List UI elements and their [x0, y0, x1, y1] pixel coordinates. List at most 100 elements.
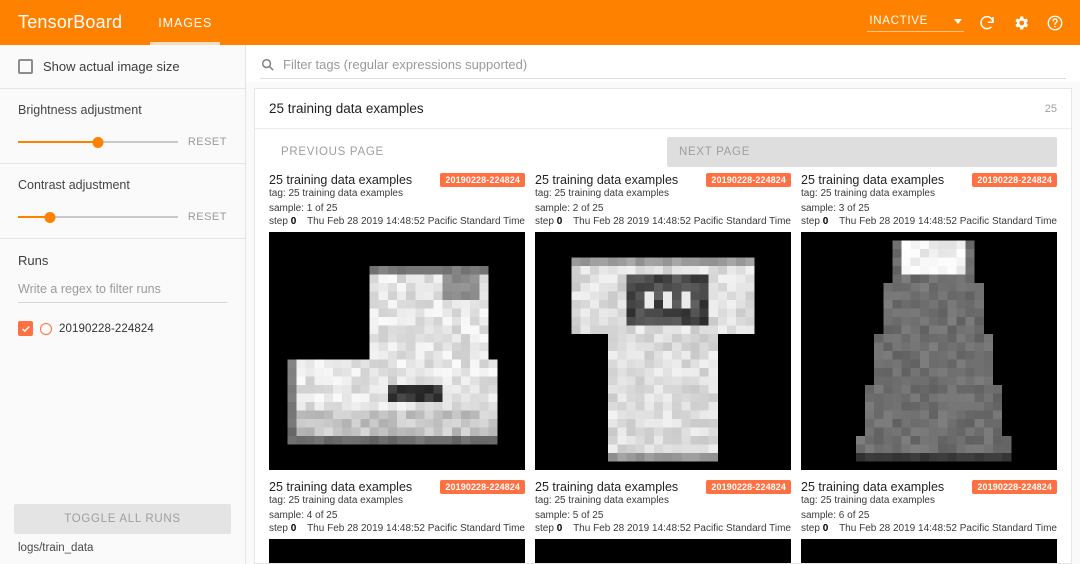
card-step-label: step [535, 523, 554, 534]
card-step-label: step [801, 523, 820, 534]
card-header: 25 training data examples 20190228-224824… [801, 480, 1057, 536]
refresh-icon[interactable] [976, 12, 998, 34]
run-badge: 20190228-224824 [972, 173, 1057, 187]
run-list-item[interactable]: 20190228-224824 [18, 321, 227, 336]
image-card[interactable]: 25 training data examples 20190228-224824… [535, 480, 791, 563]
gear-icon[interactable] [1010, 12, 1032, 34]
card-timestamp: Thu Feb 28 2019 14:48:52 Pacific Standar… [573, 216, 791, 227]
contrast-reset-button[interactable]: RESET [188, 211, 227, 223]
sample-image[interactable] [535, 539, 791, 563]
card-tag: tag: 25 training data examples [801, 188, 935, 199]
tab-images[interactable]: IMAGES [144, 0, 226, 45]
category-header[interactable]: 25 training data examples 25 [255, 89, 1071, 129]
card-sample: sample: 3 of 25 [801, 202, 870, 214]
run-badge: 20190228-224824 [440, 173, 525, 187]
card-step-label: step [801, 216, 820, 227]
card-tag: tag: 25 training data examples [535, 495, 669, 506]
slider-fill [18, 141, 98, 143]
card-step-label: step [535, 216, 554, 227]
card-timestamp: Thu Feb 28 2019 14:48:52 Pacific Standar… [839, 523, 1057, 534]
card-timestamp: Thu Feb 28 2019 14:48:52 Pacific Standar… [307, 523, 525, 534]
card-sample: sample: 2 of 25 [535, 202, 604, 214]
card-step-value: 0 [290, 216, 297, 227]
tab-bar: IMAGES [144, 0, 226, 45]
image-card[interactable]: 25 training data examples 20190228-224824… [269, 173, 525, 470]
search-icon [260, 57, 275, 72]
sample-image[interactable] [801, 232, 1057, 470]
card-step-label: step [269, 523, 288, 534]
top-bar: TensorBoard IMAGES INACTIVE [0, 0, 1080, 45]
category-count-badge: 25 [1044, 102, 1057, 115]
run-color-icon [40, 322, 52, 335]
slider-thumb[interactable] [92, 137, 104, 148]
card-tag: tag: 25 training data examples [269, 495, 403, 506]
help-icon[interactable] [1044, 12, 1066, 34]
card-sample: sample: 5 of 25 [535, 509, 604, 521]
runs-title: Runs [18, 253, 49, 268]
sample-image[interactable] [269, 232, 525, 470]
image-card[interactable]: 25 training data examples 20190228-224824… [801, 480, 1057, 563]
slider-thumb[interactable] [44, 212, 56, 223]
run-badge: 20190228-224824 [972, 480, 1057, 494]
next-page-button[interactable]: NEXT PAGE [667, 137, 1057, 167]
card-header: 25 training data examples 20190228-224824… [535, 480, 791, 536]
card-header: 25 training data examples 20190228-224824… [801, 173, 1057, 229]
tag-filter-bar [246, 45, 1080, 82]
show-actual-image-size-label: Show actual image size [43, 59, 180, 74]
card-step-row: step 0 Thu Feb 28 2019 14:48:52 Pacific S… [801, 216, 1057, 227]
sample-image[interactable] [535, 232, 791, 470]
run-status-dropdown[interactable]: INACTIVE [867, 13, 964, 32]
card-header: 25 training data examples 20190228-224824… [535, 173, 791, 229]
run-badge: 20190228-224824 [706, 173, 791, 187]
card-step-row: step 0 Thu Feb 28 2019 14:48:52 Pacific S… [535, 216, 791, 227]
sample-image[interactable] [801, 539, 1057, 563]
card-tag: tag: 25 training data examples [269, 188, 403, 199]
previous-page-button[interactable]: PREVIOUS PAGE [269, 137, 659, 167]
run-name-label: 20190228-224824 [59, 322, 154, 335]
brightness-slider[interactable] [18, 135, 178, 149]
image-card-grid: 25 training data examples 20190228-224824… [255, 173, 1071, 563]
card-tag: tag: 25 training data examples [801, 495, 935, 506]
checkbox-icon [18, 59, 33, 74]
image-card[interactable]: 25 training data examples 20190228-224824… [535, 173, 791, 470]
card-step-row: step 0 Thu Feb 28 2019 14:48:52 Pacific S… [269, 523, 525, 534]
card-step-row: step 0 Thu Feb 28 2019 14:48:52 Pacific S… [801, 523, 1057, 534]
runs-section: Runs 20190228-224824 [0, 239, 245, 350]
image-card[interactable]: 25 training data examples 20190228-224824… [801, 173, 1057, 470]
card-sample: sample: 6 of 25 [801, 509, 870, 521]
runs-filter-input[interactable] [18, 280, 227, 303]
card-sample: sample: 1 of 25 [269, 202, 338, 214]
sample-image[interactable] [269, 539, 525, 563]
main-content: 25 training data examples 25 PREVIOUS PA… [246, 45, 1080, 564]
card-timestamp: Thu Feb 28 2019 14:48:52 Pacific Standar… [307, 216, 525, 227]
app-title: TensorBoard [18, 12, 123, 32]
brightness-reset-button[interactable]: RESET [188, 136, 227, 148]
toggle-all-runs-button[interactable]: TOGGLE ALL RUNS [14, 504, 231, 534]
card-step-value: 0 [290, 523, 297, 534]
card-timestamp: Thu Feb 28 2019 14:48:52 Pacific Standar… [573, 523, 791, 534]
card-step-row: step 0 Thu Feb 28 2019 14:48:52 Pacific S… [535, 523, 791, 534]
brightness-label: Brightness adjustment [18, 103, 142, 117]
sidebar-footer: TOGGLE ALL RUNS logs/train_data [0, 504, 245, 564]
logdir-label: logs/train_data [18, 542, 94, 554]
card-step-value: 0 [822, 523, 829, 534]
card-header: 25 training data examples 20190228-224824… [269, 173, 525, 229]
show-actual-size-section: Show actual image size [0, 45, 245, 88]
card-tag: tag: 25 training data examples [535, 188, 669, 199]
brightness-section: Brightness adjustment RESET [0, 89, 245, 163]
card-header: 25 training data examples 20190228-224824… [269, 480, 525, 536]
sidebar: Show actual image size Brightness adjust… [0, 45, 246, 564]
category-title: 25 training data examples [269, 101, 424, 116]
image-card[interactable]: 25 training data examples 20190228-224824… [269, 480, 525, 563]
contrast-label: Contrast adjustment [18, 178, 130, 192]
run-checkbox-icon[interactable] [18, 321, 33, 336]
card-step-row: step 0 Thu Feb 28 2019 14:48:52 Pacific S… [269, 216, 525, 227]
pagination-controls: PREVIOUS PAGE NEXT PAGE [255, 129, 1071, 173]
tag-filter-input[interactable] [283, 57, 1066, 72]
run-status-label: INACTIVE [869, 15, 928, 27]
run-badge: 20190228-224824 [440, 480, 525, 494]
contrast-slider[interactable] [18, 210, 178, 224]
card-sample: sample: 4 of 25 [269, 509, 338, 521]
show-actual-image-size-checkbox[interactable]: Show actual image size [18, 59, 227, 74]
contrast-section: Contrast adjustment RESET [0, 164, 245, 238]
